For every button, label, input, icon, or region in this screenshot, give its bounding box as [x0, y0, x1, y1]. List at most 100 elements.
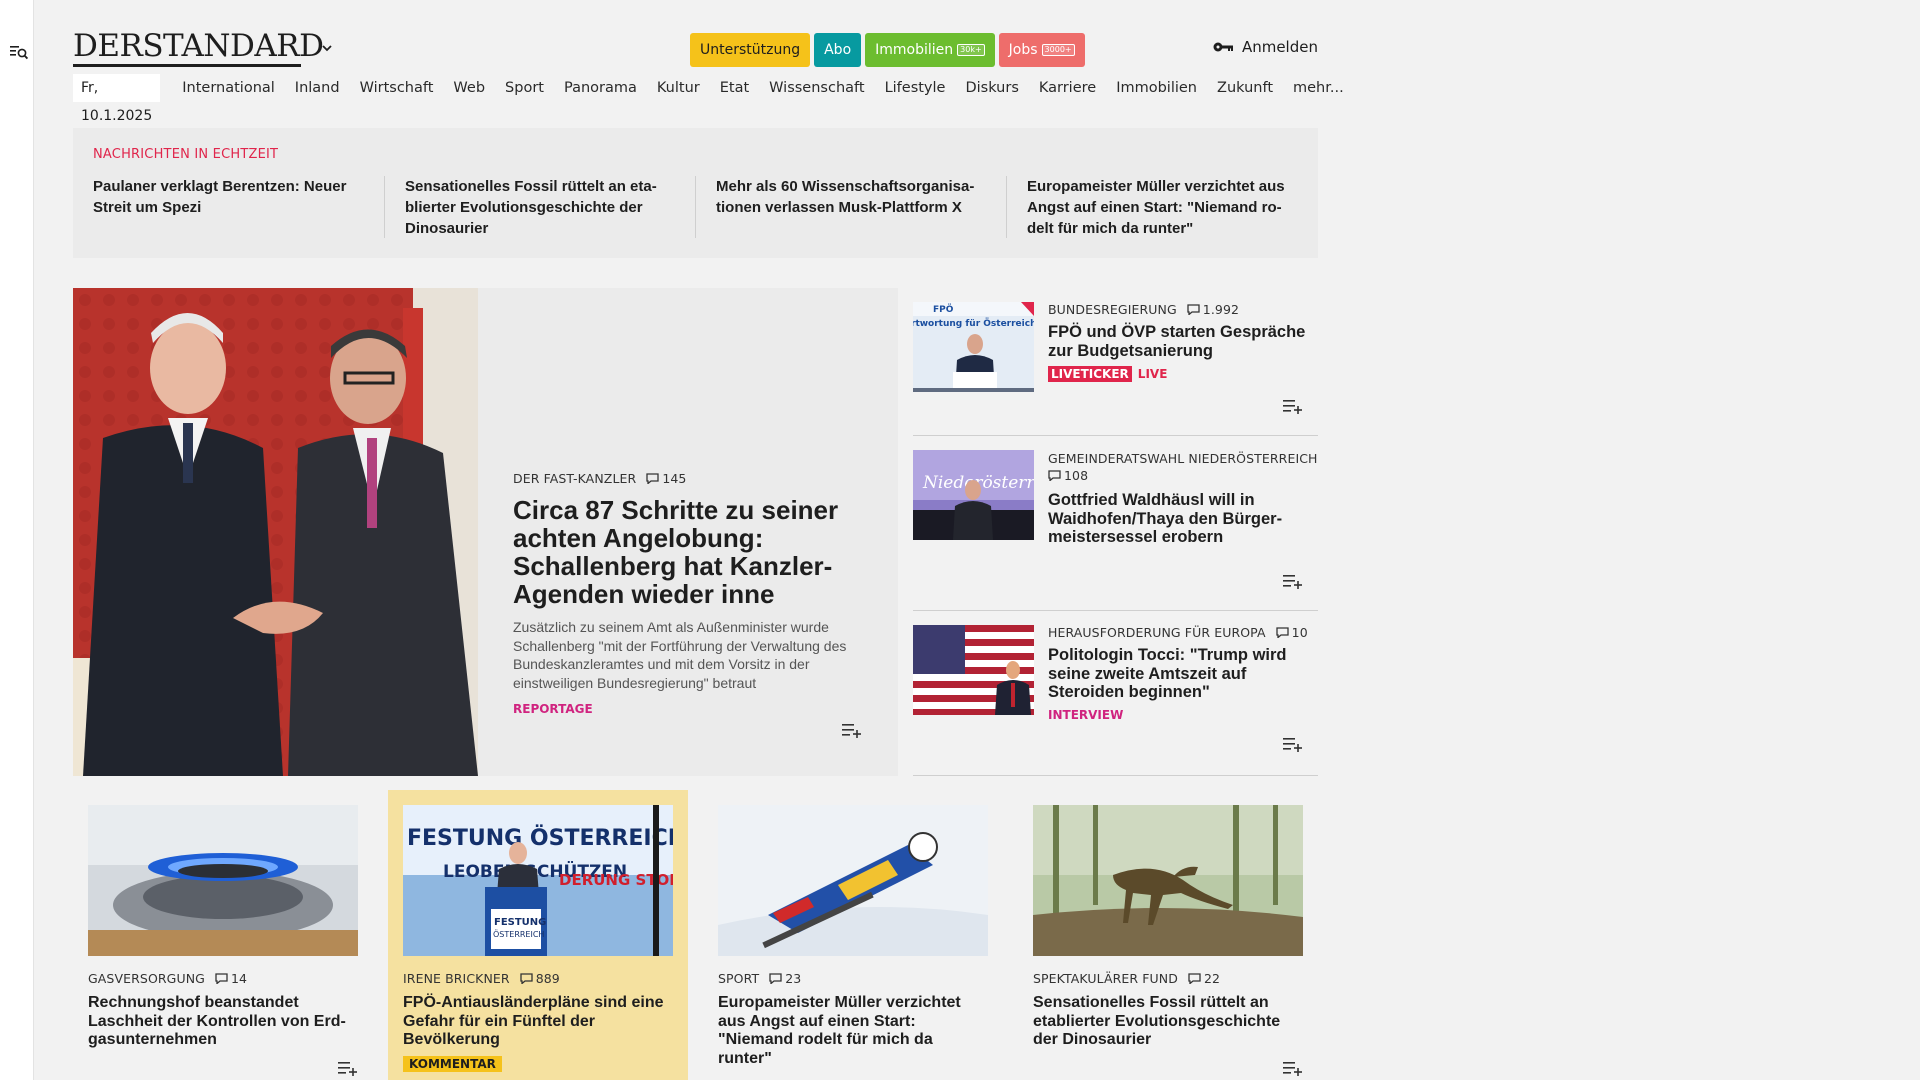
jobs-badge: 3000+ — [1041, 44, 1075, 56]
card-title[interactable]: Europameister Müller verzichtet aus Angs… — [718, 994, 988, 1068]
ticker-item[interactable]: Europameister Müller verzichtet aus Angs… — [1006, 176, 1317, 238]
story-card-highlighted[interactable]: FESTUNG ÖSTERREICH LEOBEN SCHÜTZEN DERUN… — [388, 790, 688, 1080]
nav-item-lifestyle[interactable]: Lifestyle — [885, 80, 946, 96]
page: DERSTANDARD Unterstützung Abo Immobilien… — [73, 0, 1344, 1080]
card-comments[interactable]: 889 — [520, 971, 560, 986]
nav-item-etat[interactable]: Etat — [720, 80, 749, 96]
nav-item-wirtschaft[interactable]: Wirtschaft — [360, 80, 434, 96]
side-kicker-label: GEMEINDERATSWAHL NIEDERÖSTERREICH — [1048, 451, 1318, 466]
add-to-list-icon[interactable] — [1283, 1060, 1303, 1076]
luge-photo — [718, 805, 988, 956]
card-comment-count: 23 — [785, 971, 802, 986]
add-to-list-icon[interactable] — [842, 722, 862, 738]
comment-icon — [1048, 470, 1061, 481]
add-to-list-icon[interactable] — [1283, 736, 1303, 752]
side-kicker: GEMEINDERATSWAHL NIEDERÖSTERREICH 108 — [1048, 450, 1318, 485]
side-story-text: HERAUSFORDERUNG FÜR EUROPA 10 Politologi… — [1048, 625, 1318, 722]
side-story-image[interactable]: Niederösterreich — [913, 450, 1034, 540]
nav-item-diskurs[interactable]: Diskurs — [965, 80, 1018, 96]
card-title[interactable]: Sensationelles Fossil rüttelt an etablie… — [1033, 994, 1303, 1050]
lead-comments[interactable]: 145 — [646, 471, 686, 486]
menu-search-icon[interactable] — [10, 44, 28, 60]
ticker-item[interactable]: Mehr als 60 Wissenschaftsorganisa­tionen… — [695, 176, 1006, 238]
lead-text: DER FAST-KANZLER 145 Circa 87 Schritte z… — [513, 471, 883, 716]
nav-item-inland[interactable]: Inland — [295, 80, 340, 96]
story-card[interactable]: GASVERSORGUNG 14 Rechnungshof beanstande… — [73, 790, 373, 1080]
chevron-down-icon[interactable] — [320, 43, 334, 53]
nav-item-zukunft[interactable]: Zukunft — [1217, 80, 1273, 96]
add-to-list-icon[interactable] — [1283, 573, 1303, 589]
dinosaur-illustration — [1033, 805, 1303, 956]
card-comments[interactable]: 22 — [1188, 971, 1220, 986]
gas-stove-photo — [88, 805, 358, 956]
card-text: SPORT 23 Europameister Müller verzichtet… — [718, 971, 988, 1068]
jobs-button[interactable]: Jobs 3000+ — [998, 33, 1085, 67]
nav-item-kultur[interactable]: Kultur — [657, 80, 700, 96]
card-title[interactable]: Rechnungshof beanstandet Laschheit der K… — [88, 994, 358, 1050]
handshake-photo — [73, 288, 478, 776]
nav-item-web[interactable]: Web — [453, 80, 485, 96]
nav-item-international[interactable]: International — [182, 80, 275, 96]
story-cards: GASVERSORGUNG 14 Rechnungshof beanstande… — [73, 790, 1318, 1080]
lead-story[interactable]: DER FAST-KANZLER 145 Circa 87 Schritte z… — [73, 288, 898, 776]
lead-comment-count: 145 — [662, 471, 687, 486]
flag-speaker-photo — [913, 625, 1034, 715]
side-title[interactable]: Politologin Tocci: "Trump wird seine zwe… — [1048, 646, 1318, 702]
lead-kicker: DER FAST-KANZLER 145 — [513, 471, 883, 486]
side-comments[interactable]: 108 — [1048, 467, 1088, 484]
comment-icon — [215, 973, 228, 984]
side-story[interactable]: FPÖ rtwortung für Österreich BUNDESREGIE… — [913, 288, 1318, 436]
nav-item-sport[interactable]: Sport — [505, 80, 544, 96]
nav-item-wissenschaft[interactable]: Wissenschaft — [769, 80, 864, 96]
side-story[interactable]: Niederösterreich GEMEINDERATSWAHL NIEDER… — [913, 436, 1318, 611]
side-story-image[interactable] — [913, 625, 1034, 715]
side-story[interactable]: HERAUSFORDERUNG FÜR EUROPA 10 Politologi… — [913, 611, 1318, 776]
lead-title[interactable]: Circa 87 Schritte zu seiner achten Angel… — [513, 496, 883, 608]
card-comments[interactable]: 14 — [215, 971, 247, 986]
immobilien-badge: 30k+ — [957, 44, 985, 56]
header: DERSTANDARD Unterstützung Abo Immobilien… — [73, 0, 1318, 70]
support-label: Unterstützung — [700, 42, 801, 58]
comment-icon — [1276, 627, 1289, 638]
story-card[interactable]: SPEKTAKULÄRER FUND 22 Sensationelles Fos… — [1018, 790, 1318, 1080]
support-button[interactable]: Unterstützung — [690, 33, 811, 67]
top-buttons: Unterstützung Abo Immobilien 30k+ Jobs 300… — [690, 33, 1085, 67]
card-title[interactable]: FPÖ-Antiausländerpläne sind eine Gefahr … — [403, 994, 673, 1050]
lectern-text-1: FESTUNG — [494, 917, 546, 928]
card-image[interactable] — [1033, 805, 1303, 956]
card-comments[interactable]: 23 — [769, 971, 801, 986]
nav-item-karriere[interactable]: Karriere — [1039, 80, 1096, 96]
live-label: LIVE — [1137, 367, 1168, 381]
side-comments[interactable]: 10 — [1276, 625, 1308, 640]
side-comments[interactable]: 1.992 — [1187, 302, 1239, 317]
abo-button[interactable]: Abo — [814, 33, 862, 67]
side-1-sub: rtwortung für Österreich — [913, 318, 1034, 329]
side-stories: FPÖ rtwortung für Österreich BUNDESREGIE… — [913, 288, 1318, 776]
live-indicator: LIVETICKER LIVE — [1048, 366, 1318, 382]
side-kicker: BUNDESREGIERUNG 1.992 — [1048, 302, 1318, 317]
lead-image[interactable] — [73, 288, 478, 776]
news-ticker: NACHRICHTEN IN ECHTZEIT Paulaner verklag… — [73, 128, 1318, 258]
logo[interactable]: DERSTANDARD — [73, 30, 324, 62]
side-title[interactable]: Gottfried Waldhäusl will in Waidhofen/Th… — [1048, 491, 1318, 547]
story-card[interactable]: SPORT 23 Europameister Müller verzichtet… — [703, 790, 1003, 1080]
nav-item-panorama[interactable]: Panorama — [564, 80, 637, 96]
side-story-image[interactable]: FPÖ rtwortung für Österreich — [913, 302, 1034, 392]
ticker-items: Paulaner verklagt Berentzen: Neuer Strei… — [73, 176, 1317, 238]
side-title[interactable]: FPÖ und ÖVP starten Gespräche zur Budget… — [1048, 323, 1318, 360]
ticker-item[interactable]: Paulaner verklagt Berentzen: Neuer Strei… — [73, 176, 384, 238]
login-button[interactable]: Anmelden — [1212, 38, 1318, 56]
add-to-list-icon[interactable] — [338, 1060, 358, 1076]
lead-teaser: Zusätzlich zu seinem Amt als Außenminist… — [513, 619, 847, 691]
nav-item-more[interactable]: mehr... — [1293, 80, 1344, 96]
add-to-list-icon[interactable] — [1283, 398, 1303, 414]
ticker-item[interactable]: Sensationelles Fossil rüttelt an eta­bli… — [384, 176, 695, 238]
card-image[interactable] — [718, 805, 988, 956]
card-kicker-label: IRENE BRICKNER — [403, 971, 510, 986]
immobilien-button[interactable]: Immobilien 30k+ — [865, 33, 995, 67]
card-image[interactable] — [88, 805, 358, 956]
comment-icon — [1188, 973, 1201, 984]
lead-tag: REPORTAGE — [513, 702, 593, 716]
card-image[interactable]: FESTUNG ÖSTERREICH LEOBEN SCHÜTZEN DERUN… — [403, 805, 673, 956]
nav-item-immobilien[interactable]: Immobilien — [1116, 80, 1197, 96]
